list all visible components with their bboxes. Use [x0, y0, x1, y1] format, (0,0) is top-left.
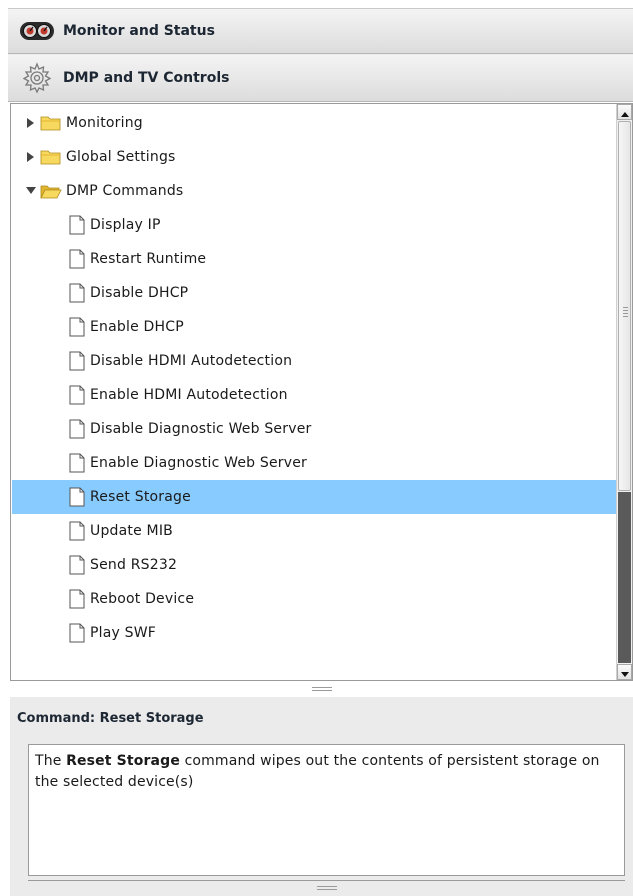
arrow-up-icon	[620, 104, 629, 122]
command-description-box: The Reset Storage command wipes out the …	[28, 744, 625, 876]
tree-scrollbar[interactable]	[616, 104, 632, 680]
description-prefix: The	[35, 753, 67, 769]
tree-item-label: DMP Commands	[66, 183, 184, 199]
folder-open-icon	[40, 183, 62, 199]
document-icon	[68, 215, 86, 235]
gear-icon	[17, 58, 57, 98]
tree-item-label: Disable HDMI Autodetection	[90, 353, 293, 369]
tree-command-item[interactable]: Display IP	[12, 208, 616, 242]
expand-arrow-right-icon[interactable]	[24, 150, 38, 164]
tree-folder-item[interactable]: Monitoring	[12, 106, 616, 140]
tree-item-label: Update MIB	[90, 523, 173, 539]
tree-folder-item[interactable]: DMP Commands	[12, 174, 616, 208]
dmp-and-tv-controls-label: DMP and TV Controls	[63, 70, 230, 86]
scroll-thumb[interactable]	[618, 121, 631, 491]
command-description-panel: Command: Reset Storage The Reset Storage…	[10, 697, 633, 896]
document-icon	[68, 555, 86, 575]
tree-command-item[interactable]: Play SWF	[12, 616, 616, 650]
document-icon	[68, 589, 86, 609]
panel-splitter-top[interactable]	[10, 682, 633, 696]
monitor-and-status-header[interactable]: Monitor and Status	[8, 8, 633, 54]
tree-command-item[interactable]: Disable Diagnostic Web Server	[12, 412, 616, 446]
splitter-grip-icon	[311, 685, 332, 693]
panel-splitter-bottom[interactable]	[28, 880, 625, 894]
monitor-and-status-label: Monitor and Status	[63, 23, 215, 39]
tree-command-item[interactable]: Reset Storage	[12, 480, 616, 514]
tree-item-label: Display IP	[90, 217, 161, 233]
command-title: Command: Reset Storage	[17, 711, 204, 726]
document-icon	[68, 385, 86, 405]
splitter-bottom-grip-icon	[316, 884, 337, 892]
document-icon	[68, 521, 86, 541]
folder-icon	[40, 115, 62, 131]
folder-icon	[40, 149, 62, 165]
document-icon	[68, 351, 86, 371]
command-tree: Monitoring Global Settings DMP Commands Dis…	[10, 103, 633, 681]
tree-item-label: Play SWF	[90, 625, 157, 641]
document-icon	[68, 317, 86, 337]
tree-item-label: Send RS232	[90, 557, 178, 573]
tree-item-label: Disable Diagnostic Web Server	[90, 421, 312, 437]
tree-item-label: Enable HDMI Autodetection	[90, 387, 288, 403]
tree-command-item[interactable]: Enable Diagnostic Web Server	[12, 446, 616, 480]
tree-item-label: Enable Diagnostic Web Server	[90, 455, 308, 471]
tree-command-item[interactable]: Update MIB	[12, 514, 616, 548]
scroll-up-button[interactable]	[617, 104, 632, 120]
tree-item-label: Enable DHCP	[90, 319, 184, 335]
description-command-name: Reset Storage	[66, 753, 180, 769]
scroll-grip-icon	[623, 307, 628, 319]
document-icon	[68, 249, 86, 269]
scroll-down-button[interactable]	[617, 664, 632, 680]
tree-command-item[interactable]: Disable HDMI Autodetection	[12, 344, 616, 378]
tree-item-label: Reboot Device	[90, 591, 195, 607]
dmp-and-tv-controls-header[interactable]: DMP and TV Controls	[8, 54, 633, 102]
expand-arrow-right-icon[interactable]	[24, 116, 38, 130]
arrow-down-icon	[620, 663, 629, 681]
document-icon	[68, 487, 86, 507]
expand-arrow-down-icon[interactable]	[24, 184, 38, 198]
gauge-icon	[17, 11, 57, 51]
document-icon	[68, 453, 86, 473]
tree-item-label: Monitoring	[66, 115, 143, 131]
tree-command-item[interactable]: Enable DHCP	[12, 310, 616, 344]
document-icon	[68, 419, 86, 439]
tree-item-label: Global Settings	[66, 149, 176, 165]
tree-folder-item[interactable]: Global Settings	[12, 140, 616, 174]
tree-command-item[interactable]: Send RS232	[12, 548, 616, 582]
tree-item-label: Disable DHCP	[90, 285, 189, 301]
tree-command-item[interactable]: Reboot Device	[12, 582, 616, 616]
tree-command-item[interactable]: Disable DHCP	[12, 276, 616, 310]
document-icon	[68, 283, 86, 303]
tree-item-label: Reset Storage	[90, 489, 191, 505]
document-icon	[68, 623, 86, 643]
tree-item-label: Restart Runtime	[90, 251, 207, 267]
tree-command-item[interactable]: Restart Runtime	[12, 242, 616, 276]
scroll-track[interactable]	[618, 492, 631, 663]
tree-command-item[interactable]: Enable HDMI Autodetection	[12, 378, 616, 412]
